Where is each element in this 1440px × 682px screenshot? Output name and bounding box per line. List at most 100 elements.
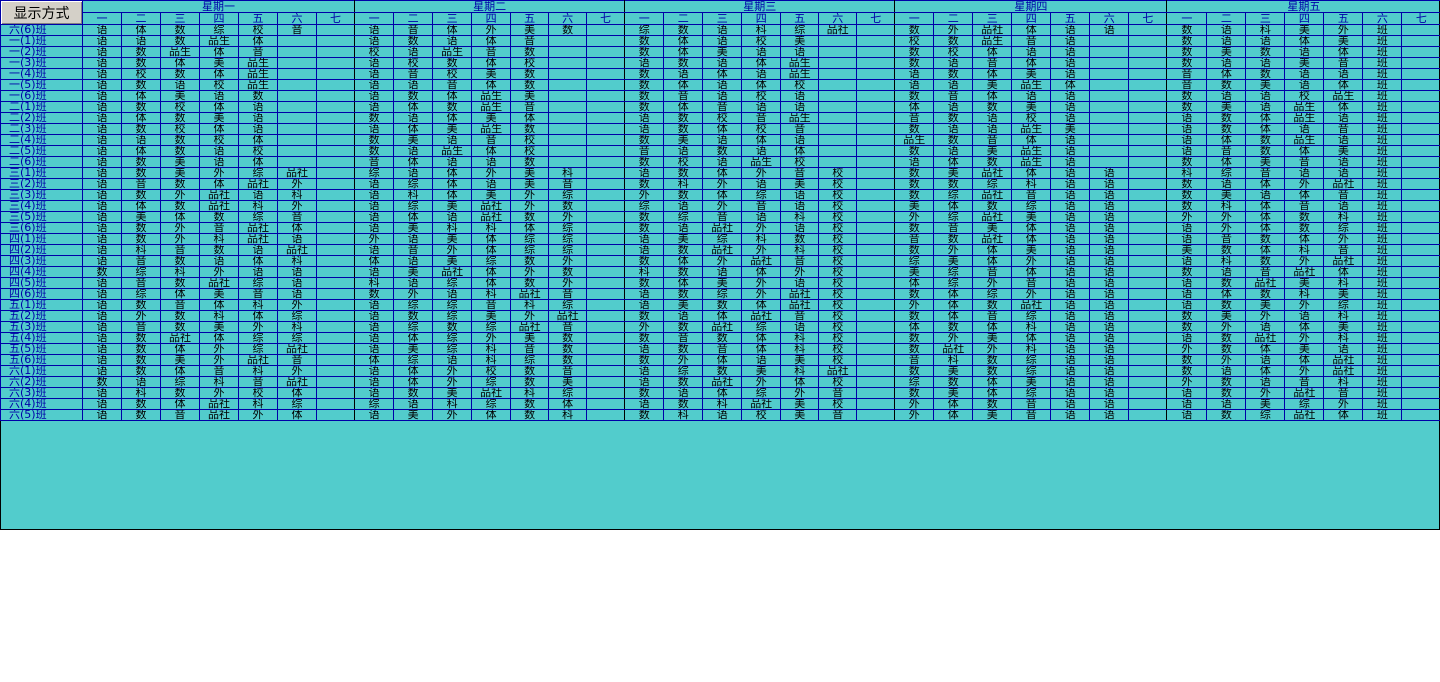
lesson-cell[interactable]: 音: [471, 46, 512, 58]
lesson-cell[interactable]: 语: [1050, 255, 1091, 267]
lesson-cell[interactable]: 美: [1245, 156, 1286, 168]
lesson-cell[interactable]: 体: [471, 145, 512, 157]
lesson-cell[interactable]: 班: [1362, 387, 1403, 399]
lesson-cell[interactable]: 外: [471, 24, 512, 36]
lesson-cell[interactable]: 美: [160, 156, 200, 168]
lesson-cell[interactable]: 音: [121, 321, 161, 333]
lesson-cell[interactable]: [856, 321, 896, 333]
lesson-cell[interactable]: 语: [82, 288, 122, 300]
lesson-cell[interactable]: 音: [238, 376, 278, 388]
lesson-cell[interactable]: [315, 35, 356, 47]
lesson-cell[interactable]: 科: [1206, 255, 1247, 267]
lesson-cell[interactable]: 语: [354, 387, 395, 399]
lesson-cell[interactable]: [1128, 167, 1168, 179]
lesson-cell[interactable]: 语: [238, 189, 278, 201]
lesson-cell[interactable]: 语: [1050, 156, 1091, 168]
lesson-cell[interactable]: 班: [1362, 299, 1403, 311]
lesson-cell[interactable]: 体: [238, 310, 278, 322]
lesson-cell[interactable]: 语: [933, 123, 974, 135]
lesson-cell[interactable]: 数: [624, 409, 665, 421]
lesson-cell[interactable]: 外: [741, 376, 782, 388]
lesson-cell[interactable]: 数: [663, 24, 704, 36]
lesson-cell[interactable]: 科: [393, 189, 434, 201]
lesson-cell[interactable]: 语: [354, 200, 395, 212]
lesson-cell[interactable]: 班: [1362, 376, 1403, 388]
lesson-cell[interactable]: 校: [818, 376, 858, 388]
lesson-cell[interactable]: [1401, 145, 1440, 157]
lesson-cell[interactable]: [856, 57, 896, 69]
lesson-cell[interactable]: [586, 189, 626, 201]
lesson-cell[interactable]: 语: [1050, 409, 1091, 421]
class-name-cell[interactable]: 三(3)班: [0, 189, 83, 201]
lesson-cell[interactable]: 语: [1050, 167, 1091, 179]
lesson-cell[interactable]: 体: [741, 57, 782, 69]
lesson-cell[interactable]: 科: [548, 167, 588, 179]
lesson-cell[interactable]: 校: [818, 167, 858, 179]
lesson-cell[interactable]: 数: [624, 178, 665, 190]
lesson-cell[interactable]: 体: [471, 266, 512, 278]
lesson-cell[interactable]: 语: [1323, 156, 1364, 168]
lesson-cell[interactable]: 语: [393, 167, 434, 179]
lesson-cell[interactable]: 体: [894, 321, 935, 333]
lesson-cell[interactable]: 数: [510, 277, 550, 289]
lesson-cell[interactable]: 语: [1245, 57, 1286, 69]
lesson-cell[interactable]: [586, 24, 626, 36]
lesson-cell[interactable]: 数: [393, 90, 434, 102]
lesson-cell[interactable]: 品生: [238, 68, 278, 80]
lesson-cell[interactable]: [586, 112, 626, 124]
lesson-cell[interactable]: 科: [741, 233, 782, 245]
lesson-cell[interactable]: 语: [199, 255, 239, 267]
lesson-cell[interactable]: 品社: [1245, 332, 1286, 344]
lesson-cell[interactable]: 语: [82, 112, 122, 124]
class-name-cell[interactable]: 三(6)班: [0, 222, 83, 234]
lesson-cell[interactable]: [586, 90, 626, 102]
lesson-cell[interactable]: [586, 211, 626, 223]
lesson-cell[interactable]: 美: [432, 123, 473, 135]
lesson-cell[interactable]: 美: [548, 376, 588, 388]
lesson-cell[interactable]: [1401, 310, 1440, 322]
lesson-cell[interactable]: 综: [121, 288, 161, 300]
lesson-cell[interactable]: 外: [1323, 233, 1364, 245]
lesson-cell[interactable]: [1089, 68, 1130, 80]
lesson-cell[interactable]: 语: [82, 134, 122, 146]
lesson-cell[interactable]: 语: [82, 343, 122, 355]
lesson-cell[interactable]: 语: [780, 200, 820, 212]
lesson-cell[interactable]: 语: [741, 178, 782, 190]
lesson-cell[interactable]: 语: [393, 79, 434, 91]
lesson-cell[interactable]: 数: [624, 90, 665, 102]
lesson-cell[interactable]: 体: [663, 101, 704, 113]
lesson-cell[interactable]: 语: [354, 365, 395, 377]
lesson-cell[interactable]: 数: [354, 145, 395, 157]
lesson-cell[interactable]: 语: [354, 90, 395, 102]
lesson-cell[interactable]: 体: [238, 35, 278, 47]
lesson-cell[interactable]: [856, 200, 896, 212]
lesson-cell[interactable]: 体: [1011, 167, 1052, 179]
lesson-cell[interactable]: 语: [1089, 178, 1130, 190]
lesson-cell[interactable]: [1128, 310, 1168, 322]
lesson-cell[interactable]: 美: [160, 167, 200, 179]
lesson-cell[interactable]: 语: [82, 222, 122, 234]
lesson-cell[interactable]: 校: [818, 244, 858, 256]
lesson-cell[interactable]: 语: [1166, 145, 1208, 157]
lesson-cell[interactable]: 数: [1206, 409, 1247, 421]
lesson-cell[interactable]: 体: [663, 79, 704, 91]
lesson-cell[interactable]: [1128, 266, 1168, 278]
lesson-cell[interactable]: 体: [663, 35, 704, 47]
lesson-cell[interactable]: 综: [894, 255, 935, 267]
lesson-cell[interactable]: 班: [1362, 167, 1403, 179]
lesson-cell[interactable]: 音: [471, 134, 512, 146]
lesson-cell[interactable]: [818, 134, 858, 146]
lesson-cell[interactable]: 语: [780, 222, 820, 234]
lesson-cell[interactable]: 音: [933, 90, 974, 102]
lesson-cell[interactable]: 音: [510, 101, 550, 113]
lesson-cell[interactable]: 美: [933, 255, 974, 267]
lesson-cell[interactable]: 外: [933, 244, 974, 256]
lesson-cell[interactable]: 外: [1206, 354, 1247, 366]
lesson-cell[interactable]: 体: [1011, 134, 1052, 146]
lesson-cell[interactable]: [315, 387, 356, 399]
lesson-cell[interactable]: 语: [1166, 112, 1208, 124]
lesson-cell[interactable]: 外: [663, 354, 704, 366]
lesson-cell[interactable]: 美: [510, 167, 550, 179]
class-name-cell[interactable]: 五(2)班: [0, 310, 83, 322]
lesson-cell[interactable]: 语: [277, 277, 317, 289]
